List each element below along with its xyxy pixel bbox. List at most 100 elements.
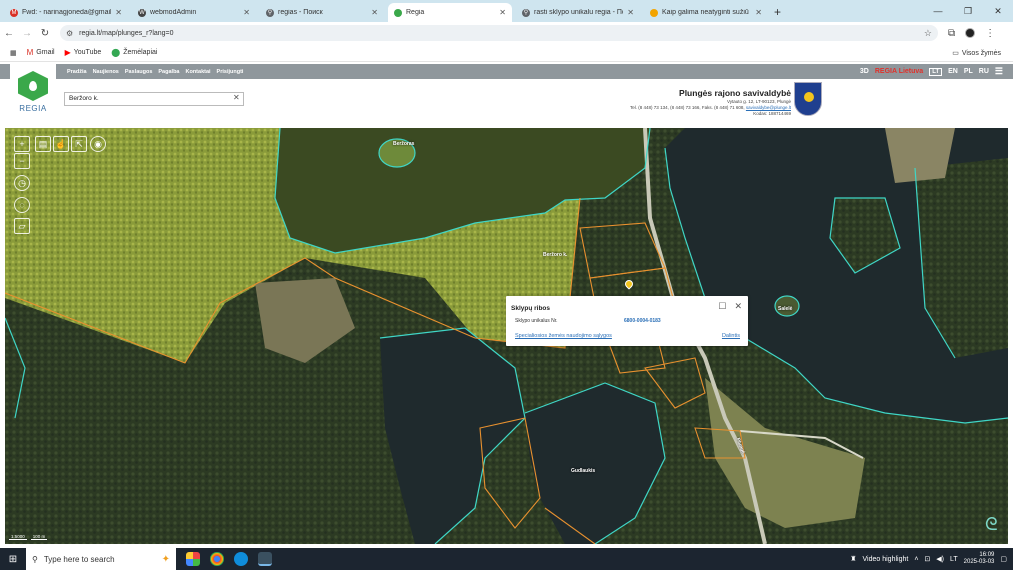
menu-item-paslaugos[interactable]: Paslaugos bbox=[125, 69, 153, 75]
export-icon[interactable]: ⇱ bbox=[71, 136, 87, 152]
map-search-input[interactable]: Beržoro k. bbox=[64, 92, 244, 106]
edge-icon[interactable] bbox=[234, 552, 248, 566]
municipality-name: Plungės rajono savivaldybė bbox=[679, 88, 791, 98]
tab-label: regias - Поиск bbox=[278, 9, 323, 16]
browser-tab-webmodadmin[interactable]: W webmodAdmin ✕ bbox=[132, 3, 256, 22]
new-tab-button[interactable]: + bbox=[774, 3, 781, 22]
regia-lietuva-link[interactable]: REGIA Lietuva bbox=[875, 68, 923, 75]
sparkle-icon: ✦ bbox=[161, 553, 170, 565]
mode-3d-button[interactable]: 3D bbox=[860, 68, 869, 75]
logo-text: REGIA bbox=[19, 104, 47, 113]
tab-close-icon[interactable]: ✕ bbox=[755, 8, 762, 17]
browser-tab-gmail[interactable]: M Fwd: - narinagjoneda@gmail.c ✕ bbox=[4, 3, 128, 22]
search-icon: ⚲ bbox=[522, 8, 530, 17]
network-icon[interactable]: ⊡ bbox=[924, 555, 930, 563]
bookmark-youtube[interactable]: ▶ YouTube bbox=[65, 48, 102, 57]
browser-tab-search-regias[interactable]: ⚲ regias - Поиск ✕ bbox=[260, 3, 384, 22]
tab-close-icon[interactable]: ✕ bbox=[243, 8, 250, 17]
site-info-icon[interactable]: ⚙ bbox=[66, 29, 73, 38]
site-top-nav: Pradžia Naujienos Paslaugos Pagalba Kont… bbox=[0, 64, 1013, 79]
menu-item-naujienos[interactable]: Naujienos bbox=[93, 69, 119, 75]
profile-avatar[interactable] bbox=[965, 28, 976, 38]
chrome-icon[interactable] bbox=[210, 552, 224, 566]
taskbar-search-placeholder: Type here to search bbox=[43, 554, 115, 564]
menu-item-pradzia[interactable]: Pradžia bbox=[67, 69, 87, 75]
history-icon[interactable]: ◷ bbox=[14, 175, 30, 191]
map-viewport[interactable]: + − ▤ ☝ ⇱ ◉ ◷ ◌ ▱ Beržoras Beržoro k. Sa… bbox=[5, 128, 1008, 544]
browser-tab-regia[interactable]: Regia ✕ bbox=[388, 3, 512, 22]
windows-start-icon[interactable]: ⊞ bbox=[0, 554, 26, 565]
parcel-popup: Sklypų ribos ☐ ✕ Sklypo unikalus Nr. 680… bbox=[506, 296, 748, 346]
bookmark-star-icon[interactable]: ☆ bbox=[924, 28, 932, 39]
identify-icon[interactable]: ☝ bbox=[53, 136, 69, 152]
chrome-active-icon[interactable] bbox=[258, 552, 272, 566]
notifications-icon[interactable]: ▢ bbox=[1000, 555, 1007, 563]
lang-lt[interactable]: LT bbox=[929, 67, 943, 76]
tab-label: Regia bbox=[406, 9, 425, 16]
menu-kebab-icon[interactable]: ⋮ bbox=[985, 28, 995, 39]
all-bookmarks[interactable]: ▭ Visos žymės bbox=[952, 44, 1001, 62]
lang-en[interactable]: EN bbox=[948, 68, 958, 75]
minimize-icon[interactable]: — bbox=[923, 0, 953, 22]
layers-icon[interactable]: ▤ bbox=[35, 136, 51, 152]
bookmark-gmail[interactable]: M Gmail bbox=[27, 48, 55, 57]
map-label-lake-south: Gudlaukis bbox=[571, 468, 596, 474]
map-label-village: Beržoro k. bbox=[543, 252, 568, 258]
volume-icon[interactable]: ◀) bbox=[936, 555, 944, 563]
municipality-email[interactable]: savivaldybe@plunge.lt bbox=[746, 105, 791, 110]
bookmark-maps[interactable]: ⬤ Žemėlapiai bbox=[111, 48, 157, 57]
locate-icon[interactable]: ◉ bbox=[90, 136, 106, 152]
menu-item-kontaktai[interactable]: Kontaktai bbox=[185, 69, 210, 75]
video-highlight-label[interactable]: Video highlight bbox=[863, 556, 909, 563]
menu-item-prisijungti[interactable]: Prisijungti bbox=[217, 69, 244, 75]
share-link[interactable]: Dalintis bbox=[722, 333, 740, 339]
tab-close-icon[interactable]: ✕ bbox=[115, 8, 122, 17]
lang-ru[interactable]: RU bbox=[979, 68, 989, 75]
gmail-icon: M bbox=[26, 48, 34, 57]
reload-icon[interactable]: ↻ bbox=[36, 28, 54, 39]
browser-tab-kaip[interactable]: Kaip galima neatyginti sužiū ✕ bbox=[644, 3, 768, 22]
tab-close-icon[interactable]: ✕ bbox=[499, 8, 506, 17]
clear-search-icon[interactable]: ✕ bbox=[233, 93, 240, 102]
page-icon bbox=[650, 8, 658, 17]
logo-drop-icon bbox=[29, 81, 37, 91]
menu-item-pagalba[interactable]: Pagalba bbox=[158, 69, 179, 75]
clock[interactable]: 16:09 2025-03-03 bbox=[964, 552, 995, 566]
apps-grid-icon[interactable]: ▦ bbox=[10, 49, 17, 57]
polygon-tool-icon[interactable]: ▱ bbox=[14, 218, 30, 234]
municipality-info: Plungės rajono savivaldybė Vytauto g. 12… bbox=[630, 88, 791, 117]
popup-maximize-icon[interactable]: ☐ bbox=[718, 301, 726, 312]
keyboard-lang[interactable]: LT bbox=[950, 556, 958, 563]
restore-icon[interactable]: ❐ bbox=[953, 0, 983, 22]
tab-label: rasti sklypo unikalu regia - Пои bbox=[534, 9, 624, 16]
regia-icon bbox=[394, 8, 402, 17]
scale-distance: 100 m bbox=[30, 534, 48, 540]
tab-close-icon[interactable]: ✕ bbox=[371, 8, 378, 17]
special-conditions-link[interactable]: Specialiosios žemės naudojimo sąlygos bbox=[515, 333, 612, 339]
hamburger-menu-icon[interactable]: ☰ bbox=[995, 66, 1003, 77]
zoom-in-button[interactable]: + bbox=[14, 136, 30, 152]
forward-arrow-icon[interactable]: → bbox=[18, 28, 36, 39]
window-controls: — ❐ ✕ bbox=[923, 0, 1013, 22]
close-window-icon[interactable]: ✕ bbox=[983, 0, 1013, 22]
measure-icon[interactable]: ◌ bbox=[14, 197, 30, 213]
municipality-crest bbox=[794, 82, 822, 116]
taskbar-search[interactable]: ⚲ Type here to search ✦ bbox=[26, 548, 176, 570]
zoom-out-button[interactable]: − bbox=[14, 153, 30, 169]
municipality-code: Kodas: 188714469 bbox=[753, 111, 791, 116]
extensions-icon[interactable]: ⧉ bbox=[948, 28, 955, 39]
browser-tab-search-sklypo[interactable]: ⚲ rasti sklypo unikalu regia - Пои ✕ bbox=[516, 3, 640, 22]
bookmark-label: Gmail bbox=[36, 49, 55, 56]
regia-logo[interactable]: REGIA bbox=[10, 64, 56, 120]
popup-close-icon[interactable]: ✕ bbox=[734, 301, 742, 312]
parcel-number-value[interactable]: 6800-0004-0183 bbox=[624, 318, 661, 324]
tray-chevron-icon[interactable]: ˄ bbox=[914, 556, 918, 563]
tab-close-icon[interactable]: ✕ bbox=[627, 8, 634, 17]
crest-sun-icon bbox=[804, 92, 814, 102]
back-arrow-icon[interactable]: ← bbox=[0, 28, 18, 39]
municipality-phones: Tel. (8 448) 73 134, (8 448) 73 166, Fak… bbox=[630, 105, 745, 110]
lang-pl[interactable]: PL bbox=[964, 68, 973, 75]
url-field[interactable]: ⚙ regia.lt/map/plunges_r?lang=0 ☆ bbox=[60, 25, 938, 41]
w-icon: W bbox=[138, 8, 146, 17]
copilot-icon[interactable] bbox=[186, 552, 200, 566]
